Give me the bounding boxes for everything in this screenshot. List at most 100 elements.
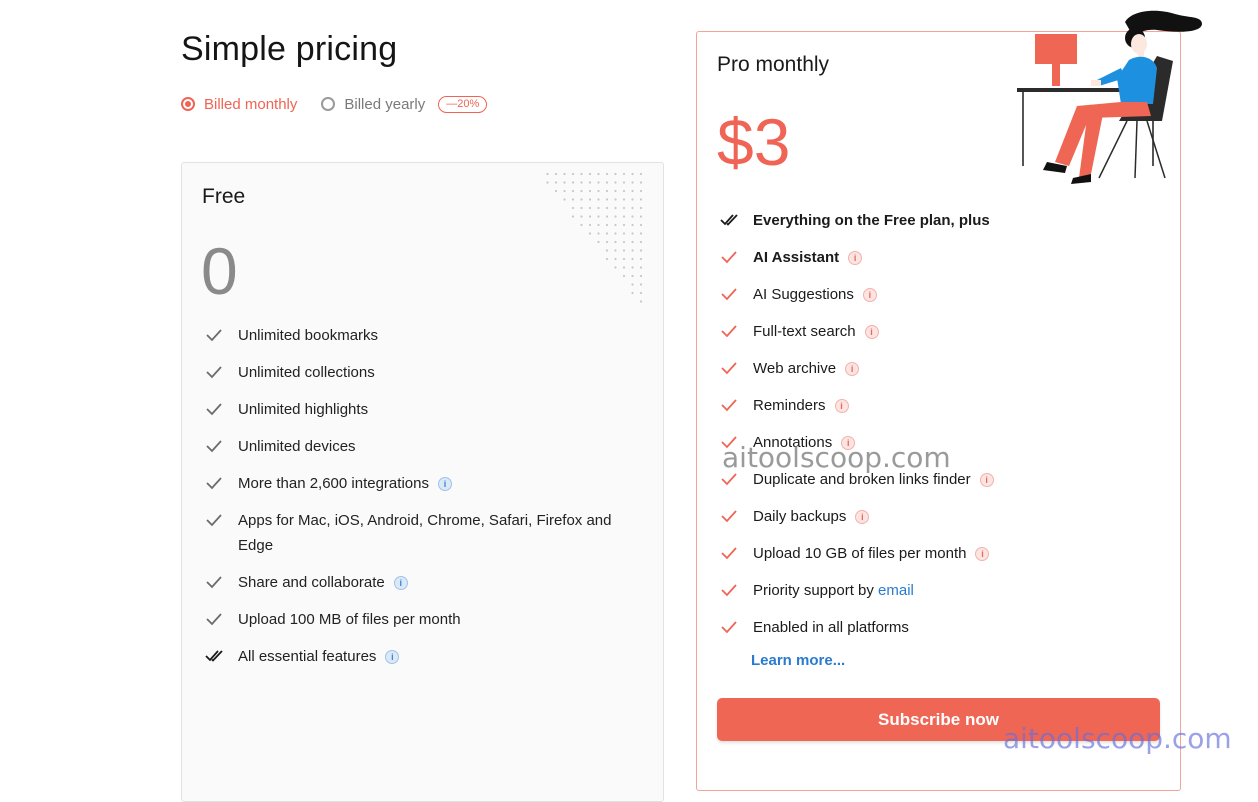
info-icon[interactable]: i (975, 547, 990, 561)
feature-text-wrap: Enabled in all platforms (753, 615, 909, 640)
feature-label: All essential features (238, 648, 377, 665)
learn-more-link[interactable]: Learn more... (751, 652, 845, 669)
pro-feature-list: Everything on the Free plan, plus AI Assi… (719, 208, 1169, 652)
free-feature-list: Unlimited bookmarks Unlimited collections… (204, 323, 644, 681)
feature-item: AI Assistant i (719, 245, 1169, 282)
billed-monthly-label: Billed monthly (204, 95, 298, 113)
feature-text-wrap: Everything on the Free plan, plus (753, 208, 990, 233)
feature-label: AI Suggestions (753, 286, 854, 303)
feature-item: Unlimited devices (204, 434, 644, 459)
feature-text-wrap: All essential features i (238, 644, 400, 669)
info-icon[interactable]: i (385, 650, 400, 664)
radio-selected-icon[interactable] (181, 97, 195, 111)
feature-item: Priority support by email (719, 578, 1169, 615)
pro-plan-card: Pro monthly $3 Everything on the Free pl… (696, 10, 1202, 791)
feature-label: Unlimited devices (238, 438, 356, 455)
double-check-icon (205, 650, 223, 662)
feature-item: Everything on the Free plan, plus (719, 208, 1169, 245)
feature-item: Upload 10 GB of files per month i (719, 541, 1169, 578)
feature-text-wrap: Share and collaborate i (238, 570, 408, 595)
feature-item: Enabled in all platforms (719, 615, 1169, 652)
feature-text-wrap: Unlimited bookmarks (238, 323, 378, 348)
pro-plan-title: Pro monthly (717, 53, 830, 76)
watermark-text: aitoolscoop.com (722, 441, 951, 474)
feature-label: Daily backups (753, 508, 847, 525)
feature-item: Web archive i (719, 356, 1169, 393)
feature-label: Share and collaborate (238, 574, 385, 591)
check-icon (206, 440, 222, 453)
feature-text-wrap: Unlimited highlights (238, 397, 368, 422)
feature-label: Unlimited highlights (238, 401, 369, 418)
feature-text-wrap: AI Suggestions i (753, 282, 877, 307)
feature-label: Priority support by (753, 582, 879, 599)
feature-text-wrap: Apps for Mac, iOS, Android, Chrome, Safa… (238, 508, 644, 558)
info-icon[interactable]: i (845, 362, 860, 376)
info-icon[interactable]: i (862, 288, 877, 302)
feature-label: Unlimited collections (238, 364, 375, 381)
check-icon (721, 510, 737, 523)
feature-label: AI Assistant (753, 249, 840, 266)
feature-item: Unlimited bookmarks (204, 323, 644, 348)
billed-yearly-option[interactable]: Billed yearly (321, 96, 425, 113)
check-icon (206, 366, 222, 379)
email-link[interactable]: email (878, 582, 914, 599)
check-icon (206, 514, 222, 527)
feature-item: AI Suggestions i (719, 282, 1169, 319)
free-plan-price: 0 (201, 234, 238, 308)
check-icon (721, 584, 737, 597)
check-icon (206, 403, 222, 416)
check-icon (206, 576, 222, 589)
feature-label: Full-text search (753, 323, 856, 340)
feature-item: Reminders i (719, 393, 1169, 430)
double-check-icon (720, 214, 738, 226)
billed-yearly-label: Billed yearly (344, 95, 426, 113)
feature-text-wrap: Unlimited collections (238, 360, 375, 385)
page-title: Simple pricing (181, 30, 398, 68)
check-icon (206, 477, 222, 490)
check-icon (721, 621, 737, 634)
feature-text-wrap: Web archive i (753, 356, 860, 381)
check-icon (206, 329, 222, 342)
feature-item: Share and collaborate i (204, 570, 644, 595)
free-plan-title: Free (202, 185, 246, 208)
feature-text-wrap: Reminders i (753, 393, 849, 418)
check-icon (206, 613, 222, 626)
pro-plan-price: $3 (717, 105, 791, 179)
info-icon[interactable]: i (437, 477, 452, 491)
check-icon (721, 362, 737, 375)
check-icon (721, 251, 737, 264)
billed-monthly-option[interactable]: Billed monthly (181, 96, 297, 113)
billing-toggle: Billed monthly Billed yearly —20% (181, 92, 488, 116)
feature-text-wrap: More than 2,600 integrations i (238, 471, 452, 496)
info-icon[interactable]: i (979, 473, 994, 487)
check-icon (721, 325, 737, 338)
feature-label: Unlimited bookmarks (238, 327, 379, 344)
feature-text-wrap: Upload 10 GB of files per month i (753, 541, 990, 566)
info-icon[interactable]: i (834, 399, 849, 413)
info-icon[interactable]: i (864, 325, 879, 339)
feature-text-wrap: Daily backups i (753, 504, 870, 529)
feature-text-wrap: AI Assistant i (753, 245, 863, 270)
radio-unselected-icon[interactable] (321, 97, 336, 111)
info-icon[interactable]: i (393, 576, 408, 590)
feature-label: Upload 100 MB of files per month (238, 611, 461, 628)
check-icon (721, 399, 737, 412)
feature-text-wrap: Upload 100 MB of files per month (238, 607, 461, 632)
feature-label: More than 2,600 integrations (238, 475, 429, 492)
feature-text-wrap: Full-text search i (753, 319, 879, 344)
free-plan-card: Free 0 Unlimited bookmarks Unlimited coll… (181, 162, 664, 802)
check-icon (721, 288, 737, 301)
feature-label: Reminders (753, 397, 826, 414)
feature-item: Daily backups i (719, 504, 1169, 541)
feature-item: Unlimited collections (204, 360, 644, 385)
discount-badge: —20% (438, 95, 488, 113)
dot-pattern-decoration (546, 172, 643, 303)
feature-label: Web archive (753, 360, 837, 377)
info-icon[interactable]: i (855, 510, 870, 524)
feature-item: All essential features i (204, 644, 644, 669)
feature-label: Apps for Mac, iOS, Android, Chrome, Safa… (238, 512, 612, 554)
feature-text-wrap: Priority support by email (753, 578, 914, 603)
feature-label: Upload 10 GB of files per month (753, 545, 967, 562)
feature-label: Everything on the Free plan, plus (753, 212, 990, 229)
info-icon[interactable]: i (848, 251, 863, 265)
